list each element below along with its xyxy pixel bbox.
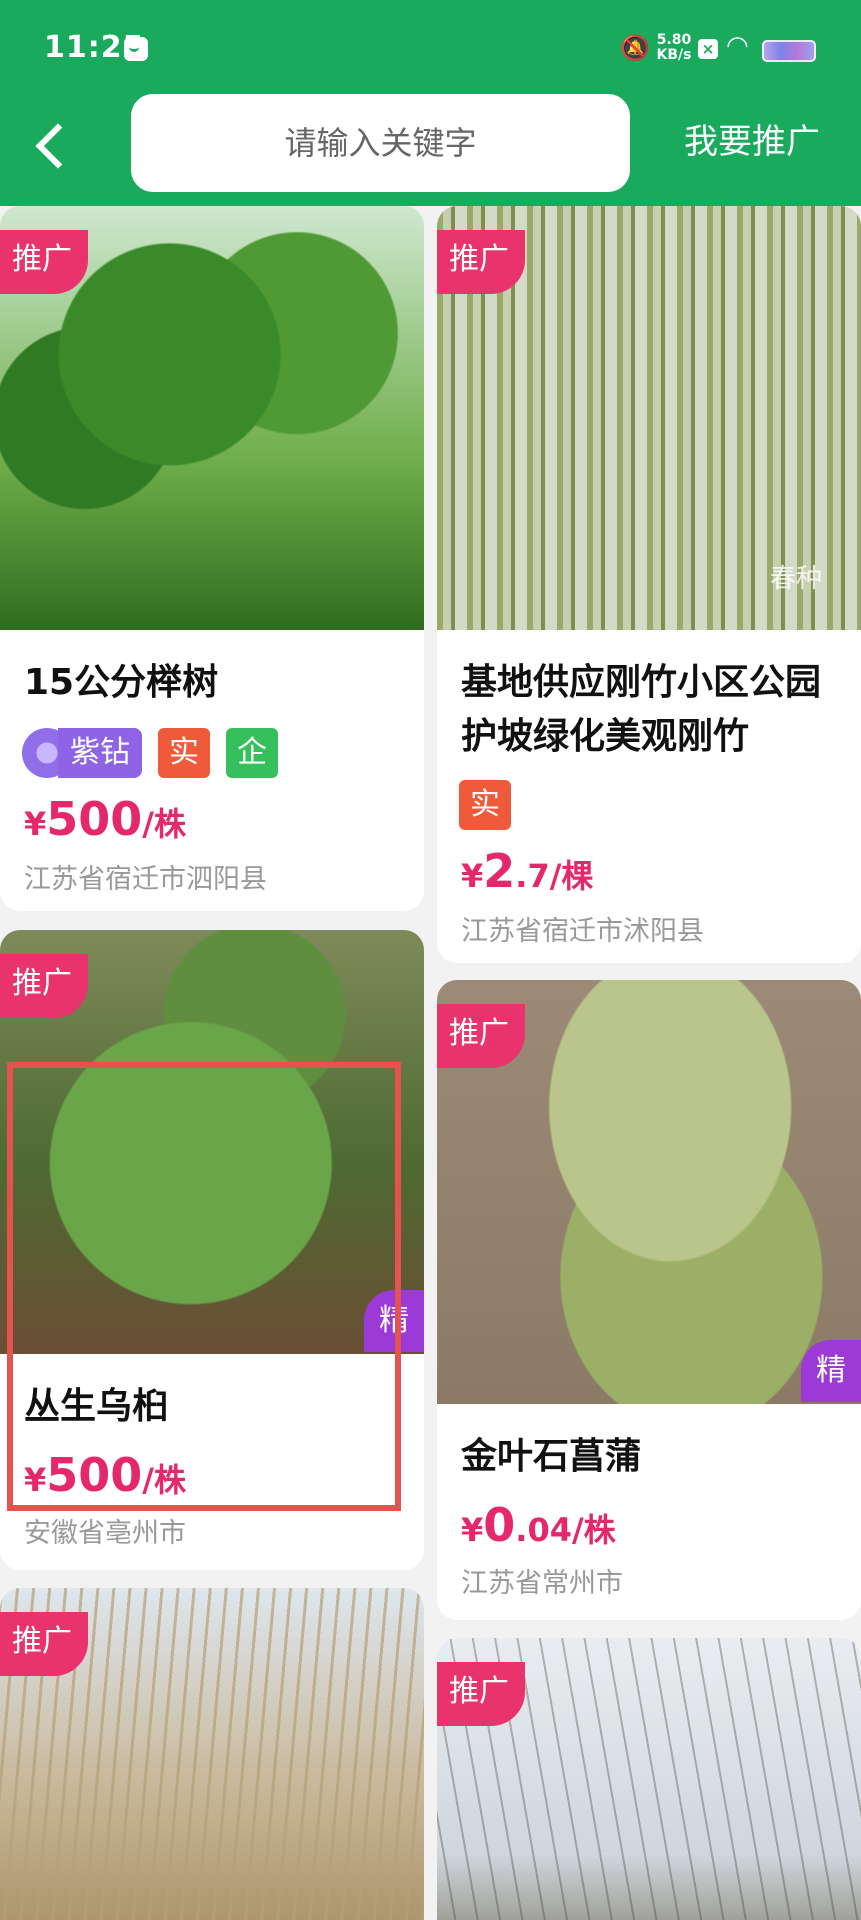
- product-card[interactable]: 推广 15公分榉树 紫钻 实 企 ¥500/株 江苏省宿迁市泗阳县: [0, 206, 424, 911]
- product-location: 安徽省亳州市: [24, 1518, 186, 1549]
- battery-icon: [762, 40, 816, 62]
- back-arrow-icon[interactable]: [30, 120, 70, 170]
- mute-icon: 🔕: [620, 34, 650, 62]
- price-integer: 0: [483, 1498, 516, 1552]
- status-bar: 11:25 🔕 5.80 KB/s × ◠: [0, 0, 861, 95]
- tag-purple-diamond: 紫钻: [22, 728, 142, 778]
- featured-badge: 精: [801, 1340, 861, 1402]
- price-unit: /株: [142, 805, 186, 843]
- network-speed: 5.80 KB/s: [654, 33, 694, 63]
- wifi-icon: ◠: [726, 31, 749, 61]
- highlight-box: [7, 1062, 401, 1511]
- price-integer: 2: [483, 844, 516, 898]
- promo-badge: 推广: [437, 1004, 525, 1068]
- price-symbol: ¥: [461, 857, 484, 895]
- product-price: ¥2.7/棵: [461, 844, 593, 898]
- product-card[interactable]: 春种 推广 基地供应刚竹小区公园 护坡绿化美观刚竹 实 ¥2.7/棵 江苏省宿迁…: [437, 206, 861, 963]
- price-integer: 500: [46, 792, 143, 846]
- product-price: ¥500/株: [24, 792, 186, 846]
- price-decimal: .04: [515, 1511, 572, 1549]
- tag-verified: 实: [459, 780, 511, 830]
- promo-badge: 推广: [0, 1612, 88, 1676]
- product-location: 江苏省常州市: [461, 1568, 623, 1599]
- tag-verified: 实: [158, 728, 210, 778]
- promo-badge: 推广: [437, 1662, 525, 1726]
- promote-button[interactable]: 我要推广: [684, 122, 820, 162]
- search-input[interactable]: 请输入关键字: [131, 94, 630, 192]
- close-box-icon: ×: [698, 39, 718, 59]
- promo-badge: 推广: [0, 954, 88, 1018]
- tag-enterprise: 企: [226, 728, 278, 778]
- product-card[interactable]: 推广: [0, 1588, 424, 1920]
- product-location: 江苏省宿迁市泗阳县: [24, 864, 267, 895]
- product-title: 金叶石菖蒲: [461, 1436, 642, 1477]
- network-speed-value: 5.80: [656, 32, 692, 48]
- product-price: ¥0.04/株: [461, 1498, 616, 1552]
- price-unit: /株: [571, 1511, 616, 1549]
- product-location: 江苏省宿迁市沭阳县: [461, 916, 704, 947]
- network-speed-unit: KB/s: [656, 47, 692, 63]
- price-decimal: .7: [515, 857, 550, 895]
- product-title: 15公分榉树: [24, 662, 219, 703]
- product-title-line-2: 护坡绿化美观刚竹: [461, 716, 750, 757]
- product-card[interactable]: 推广: [437, 1638, 861, 1920]
- message-notification-icon: [124, 37, 148, 61]
- price-unit: /棵: [549, 857, 594, 895]
- tag-label: 紫钻: [58, 728, 142, 778]
- promo-badge: 推广: [0, 230, 88, 294]
- watermark-logo: 春种: [770, 564, 823, 594]
- promo-badge: 推广: [437, 230, 525, 294]
- price-symbol: ¥: [461, 1511, 484, 1549]
- price-symbol: ¥: [24, 805, 47, 843]
- product-title-line-1: 基地供应刚竹小区公园: [461, 662, 822, 703]
- top-app-bar: 11:25 🔕 5.80 KB/s × ◠ 请输入关键字 我要推广: [0, 0, 861, 206]
- product-card[interactable]: 推广 精 金叶石菖蒲 ¥0.04/株 江苏省常州市: [437, 980, 861, 1620]
